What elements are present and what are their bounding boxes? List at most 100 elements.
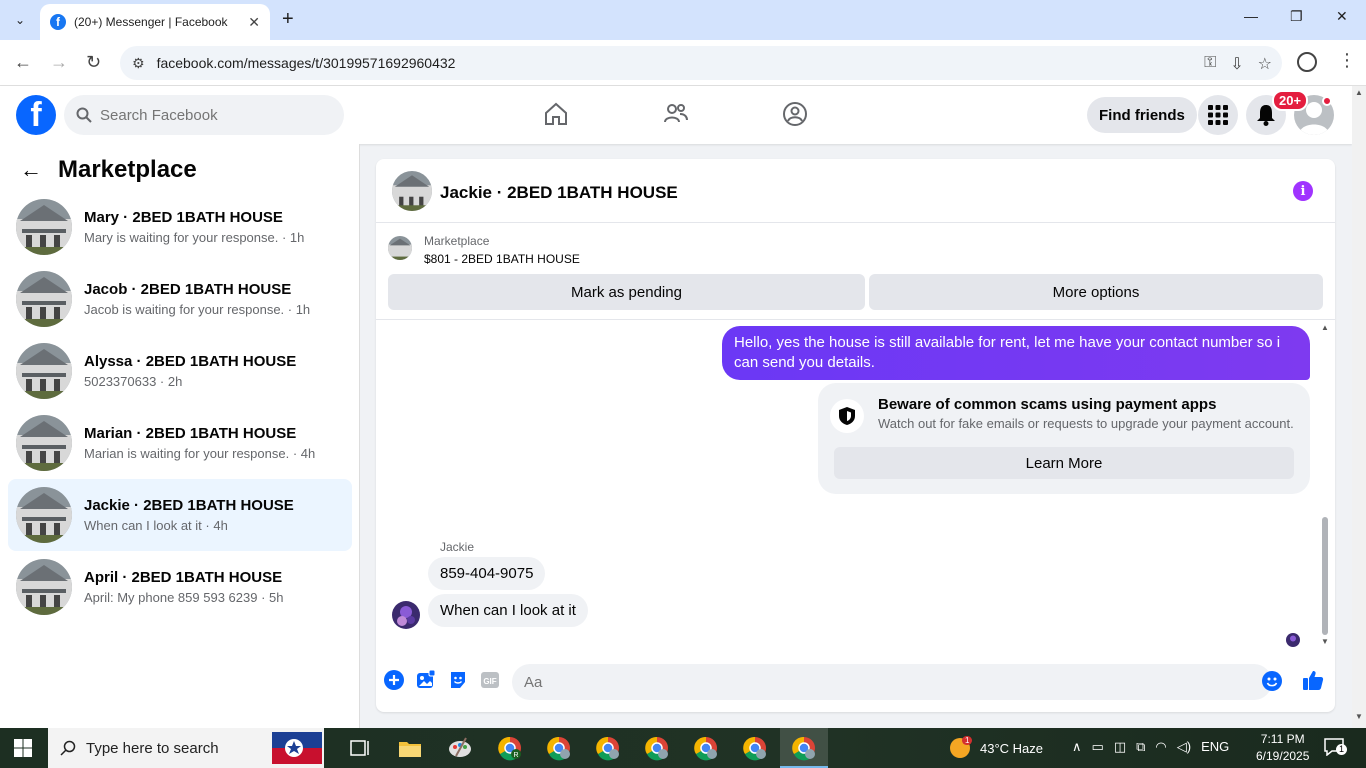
url-text: facebook.com/messages/t/3019957169296043… <box>156 55 456 71</box>
forward-arrow-icon[interactable]: → <box>50 52 68 73</box>
notification-center-icon[interactable]: 1 <box>1324 738 1347 758</box>
scroll-up-icon[interactable]: ▲ <box>1321 323 1329 332</box>
tab-title: (20+) Messenger | Facebook <box>74 15 228 29</box>
conversation-name: Alyssa · 2BED 1BATH HOUSE <box>84 353 297 370</box>
svg-text:GIF: GIF <box>483 677 496 686</box>
paint-app-icon[interactable] <box>446 734 474 762</box>
weather-alert-badge: 1 <box>962 736 973 745</box>
house-thumbnail <box>16 199 72 255</box>
tab-close-icon[interactable]: ✕ <box>248 14 260 31</box>
volume-icon[interactable]: ◁) <box>1177 739 1191 755</box>
conversation-item-mary[interactable]: Mary · 2BED 1BATH HOUSE Mary is waiting … <box>8 191 352 263</box>
search-input[interactable] <box>100 106 320 124</box>
sidebar-title: Marketplace <box>58 156 197 183</box>
windows-start-icon[interactable] <box>14 739 32 757</box>
bookmark-star-icon[interactable]: ☆ <box>1258 54 1272 74</box>
conversation-preview: April: My phone 859 593 6239 · 5h <box>84 590 284 605</box>
chat-house-thumbnail[interactable] <box>392 171 432 211</box>
back-arrow-icon[interactable]: ← <box>20 157 42 183</box>
restore-icon[interactable]: ❐ <box>1290 8 1303 25</box>
page-scrollbar[interactable]: ▲ ▼ <box>1352 86 1366 728</box>
more-options-button[interactable]: More options <box>869 274 1323 310</box>
chat-title[interactable]: Jackie · 2BED 1BATH HOUSE <box>440 183 678 203</box>
site-info-icon[interactable]: ⚙ <box>132 55 145 72</box>
page-scroll-up-icon[interactable]: ▲ <box>1355 88 1363 97</box>
chrome-profile-icon[interactable]: R <box>496 734 524 762</box>
chat-header: Jackie · 2BED 1BATH HOUSE i <box>376 159 1335 223</box>
chat-scroll-thumb[interactable] <box>1322 517 1328 635</box>
close-window-icon[interactable]: ✕ <box>1336 8 1348 25</box>
back-arrow-icon[interactable]: ← <box>14 52 32 73</box>
chrome-profile-icon[interactable] <box>741 734 769 762</box>
chrome-profile-icon[interactable] <box>643 734 671 762</box>
language-indicator[interactable]: ENG <box>1201 739 1229 755</box>
grid-icon <box>1208 105 1228 125</box>
learn-more-button[interactable]: Learn More <box>834 447 1294 479</box>
taskbar-search[interactable]: Type here to search <box>48 728 324 768</box>
sender-avatar[interactable] <box>392 601 420 629</box>
scroll-down-icon[interactable]: ▼ <box>1321 637 1329 646</box>
facebook-search[interactable] <box>64 95 344 135</box>
friends-icon[interactable] <box>662 100 690 128</box>
conversation-name: Mary · 2BED 1BATH HOUSE <box>84 209 283 226</box>
thumbs-up-icon[interactable] <box>1302 669 1324 691</box>
new-tab-plus-icon[interactable]: + <box>282 8 294 31</box>
minimize-icon[interactable]: — <box>1244 8 1258 24</box>
photo-icon[interactable] <box>416 670 436 690</box>
clock-date: 6/19/2025 <box>1256 749 1310 763</box>
bell-icon <box>1257 105 1275 126</box>
message-input[interactable] <box>524 673 1224 691</box>
plus-circle-icon[interactable] <box>384 670 404 690</box>
info-icon[interactable]: i <box>1293 181 1313 201</box>
weather-widget[interactable]: 1 43°C Haze <box>950 728 1043 768</box>
sticker-icon[interactable] <box>448 670 468 690</box>
outgoing-message[interactable]: Hello, yes the house is still available … <box>722 326 1310 380</box>
chrome-profile-icon[interactable] <box>692 734 720 762</box>
browser-profile-icon[interactable] <box>1297 52 1317 72</box>
incoming-message[interactable]: When can I look at it <box>428 594 588 627</box>
conversation-item-jacob[interactable]: Jacob · 2BED 1BATH HOUSE Jacob is waitin… <box>8 263 352 335</box>
conversation-name: Jacob · 2BED 1BATH HOUSE <box>84 281 292 298</box>
meet-now-icon[interactable]: ◫ <box>1114 739 1126 755</box>
install-app-icon[interactable]: ⇩ <box>1230 54 1243 74</box>
conversation-item-jackie[interactable]: Jackie · 2BED 1BATH HOUSE When can I loo… <box>8 479 352 551</box>
reload-icon[interactable]: ↻ <box>86 52 101 73</box>
conversation-item-alyssa[interactable]: Alyssa · 2BED 1BATH HOUSE 5023370633 · 2… <box>8 335 352 407</box>
conversation-preview: When can I look at it · 4h <box>84 518 228 533</box>
groups-icon[interactable] <box>781 100 809 128</box>
page-scroll-down-icon[interactable]: ▼ <box>1355 712 1363 721</box>
listing-title[interactable]: $801 - 2BED 1BATH HOUSE <box>424 252 580 266</box>
wifi-icon[interactable]: ◠ <box>1155 739 1166 755</box>
clock-time: 7:11 PM <box>1260 732 1305 746</box>
chrome-profile-icon[interactable] <box>594 734 622 762</box>
facebook-logo-icon[interactable]: f <box>16 95 56 135</box>
conversation-item-april[interactable]: April · 2BED 1BATH HOUSE April: My phone… <box>8 551 352 623</box>
seen-receipt-avatar <box>1286 633 1300 647</box>
chrome-profile-icon[interactable] <box>545 734 573 762</box>
active-chrome-taskbar-item[interactable] <box>780 728 828 768</box>
tab-search-chevron-icon[interactable]: ⌄ <box>6 8 34 32</box>
url-omnibox[interactable]: ⚙ facebook.com/messages/t/30199571692960… <box>120 46 1282 80</box>
message-composer: GIF <box>376 656 1335 712</box>
gif-icon[interactable]: GIF <box>480 670 500 690</box>
browser-menu-icon[interactable]: ⋮ <box>1338 50 1356 71</box>
task-view-icon[interactable] <box>346 734 374 762</box>
file-explorer-icon[interactable] <box>396 734 424 762</box>
find-friends-button[interactable]: Find friends <box>1087 97 1197 133</box>
house-thumbnail <box>16 559 72 615</box>
menu-grid-button[interactable] <box>1198 95 1238 135</box>
mark-as-pending-button[interactable]: Mark as pending <box>388 274 865 310</box>
message-input-box[interactable] <box>512 664 1272 700</box>
password-key-icon[interactable]: ⚿ <box>1204 54 1216 74</box>
taskbar-clock[interactable]: 7:11 PM 6/19/2025 <box>1256 731 1309 765</box>
browser-tab[interactable]: f (20+) Messenger | Facebook ✕ <box>40 4 270 40</box>
battery-icon[interactable]: ▭ <box>1092 739 1104 755</box>
incoming-message[interactable]: 859-404-9075 <box>428 557 546 590</box>
conversation-item-marian[interactable]: Marian · 2BED 1BATH HOUSE Marian is wait… <box>8 407 352 479</box>
tray-chevron-icon[interactable]: ∧ <box>1072 739 1082 755</box>
home-icon[interactable] <box>542 100 570 128</box>
display-icon[interactable]: ⧉ <box>1136 739 1145 755</box>
emoji-icon[interactable] <box>1262 671 1282 691</box>
search-icon <box>60 740 76 756</box>
marketplace-label: Marketplace <box>424 234 490 248</box>
